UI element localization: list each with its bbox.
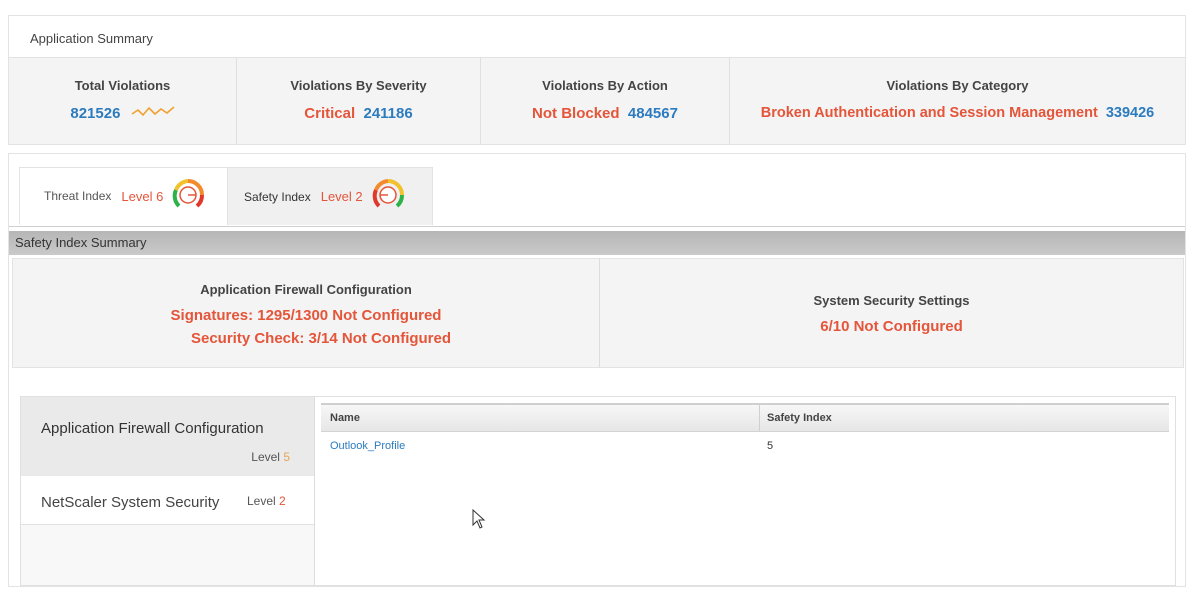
severity-value-row: Critical 241186	[237, 105, 480, 122]
safety-index-table: Name Safety Index Outlook_Profile 5	[321, 403, 1169, 460]
tab-threat-index-label: Threat Index	[44, 189, 112, 203]
tab-safety-index-level: Level 2	[320, 189, 363, 204]
total-violations-value-row: 821526	[9, 105, 236, 123]
safety-config-strip: Application Firewall Configuration Signa…	[12, 258, 1184, 368]
tab-threat-index-level: Level 6	[121, 188, 164, 204]
safety-category-list: Application Firewall Configuration Level…	[21, 397, 315, 585]
firewall-config-heading: Application Firewall Configuration	[200, 282, 412, 297]
table-row[interactable]: Outlook_Profile 5	[321, 432, 1169, 460]
row-name-link[interactable]: Outlook_Profile	[330, 440, 405, 452]
list-item-name: NetScaler System Security	[41, 494, 220, 511]
total-violations-value[interactable]: 821526	[70, 105, 120, 122]
tab-threat-index[interactable]: Threat Index Level 6	[19, 167, 229, 225]
violations-by-action-cell: Violations By Action Not Blocked 484567	[481, 58, 730, 144]
safety-detail-panel: Application Firewall Configuration Level…	[20, 396, 1176, 586]
tab-safety-index-label: Safety Index	[244, 189, 311, 204]
safety-index-summary-header: Safety Index Summary	[9, 231, 1185, 255]
violations-by-category-cell: Violations By Category Broken Authentica…	[730, 58, 1185, 144]
system-security-cell: System Security Settings 6/10 Not Config…	[600, 259, 1183, 367]
list-item-name: Application Firewall Configuration	[41, 420, 264, 437]
list-item-level: Level 2	[247, 494, 286, 508]
column-header-name[interactable]: Name	[330, 412, 360, 424]
summary-strip: Total Violations 821526 Violations By Se…	[9, 57, 1185, 144]
tab-safety-index[interactable]: Safety Index Level 2	[227, 167, 433, 225]
gauge-icon	[171, 178, 205, 215]
security-check-status: Security Check: 3/14 Not Configured	[190, 330, 452, 347]
violations-by-severity-label: Violations By Severity	[290, 78, 427, 93]
severity-name[interactable]: Critical	[304, 105, 355, 122]
action-count[interactable]: 484567	[628, 105, 678, 122]
firewall-config-cell: Application Firewall Configuration Signa…	[13, 259, 600, 367]
row-safety-index: 5	[767, 440, 774, 452]
column-header-safety-index[interactable]: Safety Index	[767, 412, 832, 424]
level-number: 2	[279, 494, 286, 508]
total-violations-label: Total Violations	[74, 78, 171, 93]
system-security-status: 6/10 Not Configured	[820, 318, 963, 335]
list-item-level: Level 5	[251, 450, 290, 464]
list-item-application-firewall[interactable]: Application Firewall Configuration Level…	[21, 397, 314, 477]
severity-count[interactable]: 241186	[363, 105, 412, 122]
category-name[interactable]: Broken Authentication and Session Manage…	[761, 105, 1098, 121]
system-security-heading: System Security Settings	[813, 293, 970, 308]
sparkline-icon	[131, 105, 175, 123]
gauge-icon	[371, 178, 405, 215]
violations-by-category-label: Violations By Category	[886, 78, 1029, 93]
violations-by-action-label: Violations By Action	[542, 78, 668, 93]
action-value-row: Not Blocked 484567	[481, 105, 729, 122]
level-word: Level	[247, 494, 276, 508]
level-word: Level	[251, 450, 280, 464]
total-violations-cell: Total Violations 821526	[9, 58, 237, 144]
tab-bar: Threat Index Level 6 Safety Index Level …	[9, 154, 1185, 227]
index-tabs-panel: Threat Index Level 6 Safety Index Level …	[8, 153, 1186, 587]
column-divider[interactable]	[759, 405, 760, 431]
application-summary-panel: Application Summary Total Violations 821…	[8, 15, 1186, 145]
violations-by-severity-cell: Violations By Severity Critical 241186	[237, 58, 481, 144]
level-number: 5	[283, 450, 290, 464]
signatures-status: Signatures: 1295/1300 Not Configured	[170, 307, 442, 324]
action-name[interactable]: Not Blocked	[532, 105, 620, 122]
category-count[interactable]: 339426	[1106, 105, 1154, 121]
category-value-row: Broken Authentication and Session Manage…	[730, 105, 1185, 121]
panel-title: Application Summary	[30, 31, 153, 46]
table-header: Name Safety Index	[321, 403, 1169, 432]
list-item-netscaler-system-security[interactable]: NetScaler System Security Level 2	[21, 476, 314, 525]
mouse-cursor-icon	[472, 508, 486, 534]
